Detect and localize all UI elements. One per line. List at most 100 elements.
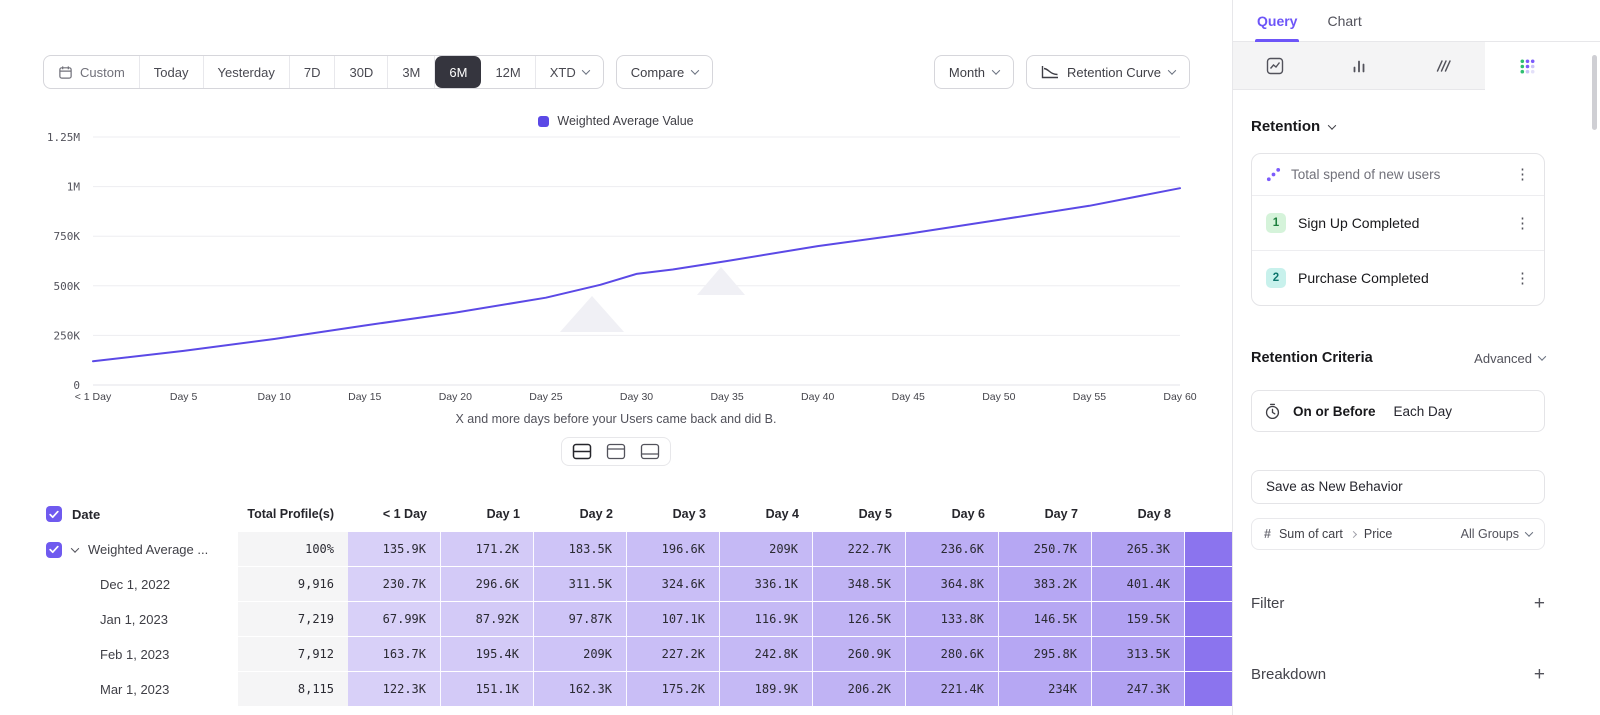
- retention-cell: 126.5K: [813, 602, 906, 637]
- kebab-menu-icon[interactable]: ⋮: [1515, 271, 1530, 286]
- range-3m[interactable]: 3M: [388, 56, 435, 88]
- add-filter-button[interactable]: +: [1534, 594, 1545, 613]
- retention-cell: 97.87K: [534, 602, 627, 637]
- step-number-badge: 2: [1266, 268, 1286, 288]
- behavior-header[interactable]: Total spend of new users ⋮: [1252, 154, 1544, 195]
- chevron-down-icon: [1328, 121, 1336, 129]
- range-yesterday[interactable]: Yesterday: [204, 56, 290, 88]
- bar-chart-icon: [1351, 58, 1367, 74]
- retention-cell-clipped: [1185, 567, 1232, 602]
- kebab-menu-icon[interactable]: ⋮: [1515, 216, 1530, 231]
- chart-caption: X and more days before your Users came b…: [0, 412, 1232, 426]
- tab-query[interactable]: Query: [1257, 0, 1297, 41]
- retention-section-label: Retention: [1251, 118, 1320, 135]
- table-row[interactable]: Dec 1, 20229,916230.7K296.6K311.5K324.6K…: [0, 567, 1232, 602]
- table-row[interactable]: Mar 1, 20238,115122.3K151.1K162.3K175.2K…: [0, 672, 1232, 707]
- layout-table-icon[interactable]: [640, 443, 660, 460]
- behavior-step[interactable]: 1Sign Up Completed⋮: [1252, 195, 1544, 250]
- kebab-menu-icon[interactable]: ⋮: [1515, 167, 1530, 182]
- range-custom[interactable]: Custom: [44, 56, 140, 88]
- retention-cell: 67.99K: [348, 602, 441, 637]
- table-row[interactable]: Feb 1, 20237,912163.7K195.4K209K227.2K24…: [0, 637, 1232, 672]
- retention-cell: 364.8K: [906, 567, 999, 602]
- breakdown-section: Breakdown +: [1251, 665, 1545, 684]
- retention-criteria-label: Retention Criteria: [1251, 350, 1373, 366]
- svg-text:Day 15: Day 15: [348, 391, 381, 403]
- retention-cell: 234K: [999, 672, 1092, 707]
- tab-chart[interactable]: Chart: [1327, 0, 1361, 41]
- retention-cell: 311.5K: [534, 567, 627, 602]
- retention-cell: 230.7K: [348, 567, 441, 602]
- svg-text:Day 45: Day 45: [892, 391, 925, 403]
- column-header[interactable]: < 1 Day: [348, 496, 441, 532]
- retention-cell: 151.1K: [441, 672, 534, 707]
- retention-cell: 324.6K: [627, 567, 720, 602]
- column-header[interactable]: Total Profile(s): [238, 496, 348, 532]
- layout-split-icon[interactable]: [572, 443, 592, 460]
- line-chart-view-tab[interactable]: [1233, 42, 1317, 90]
- flows-view-tab[interactable]: [1401, 42, 1485, 90]
- retention-cell: 209K: [534, 637, 627, 672]
- retention-cell-clipped: [1185, 672, 1232, 707]
- criteria-row[interactable]: On or Before Each Day: [1251, 390, 1545, 432]
- table-row[interactable]: Weighted Average ...100%135.9K171.2K183.…: [0, 532, 1232, 567]
- column-header[interactable]: Day 1: [441, 496, 534, 532]
- range-30d[interactable]: 30D: [335, 56, 388, 88]
- column-header-label: Date: [72, 507, 100, 522]
- range-12m[interactable]: 12M: [481, 56, 535, 88]
- column-header[interactable]: Day 5: [813, 496, 906, 532]
- select-all-checkbox[interactable]: [46, 506, 62, 522]
- column-header[interactable]: Day 3: [627, 496, 720, 532]
- retention-cell: 122.3K: [348, 672, 441, 707]
- advanced-toggle[interactable]: Advanced: [1474, 351, 1545, 366]
- sidebar-tabs: Query Chart: [1233, 0, 1600, 42]
- row-label: Weighted Average ...: [88, 542, 208, 557]
- table-header-row: DateTotal Profile(s)< 1 DayDay 1Day 2Day…: [0, 496, 1232, 532]
- granularity-button[interactable]: Month: [934, 55, 1014, 89]
- range-6m[interactable]: 6M: [435, 56, 481, 88]
- layout-chart-icon[interactable]: [606, 443, 626, 460]
- svg-text:Day 35: Day 35: [710, 391, 743, 403]
- date-cell: Dec 1, 2022: [0, 567, 238, 602]
- retention-section-title[interactable]: Retention: [1251, 118, 1545, 135]
- compare-button[interactable]: Compare: [616, 55, 713, 89]
- date-cell: Feb 1, 2023: [0, 637, 238, 672]
- save-as-new-behavior-button[interactable]: Save as New Behavior: [1251, 470, 1545, 504]
- retention-cell: 195.4K: [441, 637, 534, 672]
- criteria-frequency[interactable]: Each Day: [1394, 404, 1453, 419]
- column-header[interactable]: Day 6: [906, 496, 999, 532]
- retention-cell: 242.8K: [720, 637, 813, 672]
- compare-label: Compare: [631, 65, 684, 80]
- retention-cell: 227.2K: [627, 637, 720, 672]
- column-header[interactable]: Day 4: [720, 496, 813, 532]
- behavior-icon: [1266, 167, 1281, 182]
- measure-row[interactable]: # Sum of cart Price All Groups: [1251, 518, 1545, 550]
- date-cell: Weighted Average ...: [0, 532, 238, 567]
- toolbar: CustomTodayYesterday7D30D3M6M12MXTD Comp…: [43, 55, 1190, 89]
- calendar-icon: [58, 65, 73, 80]
- column-header[interactable]: Day 8: [1092, 496, 1185, 532]
- groups-dropdown[interactable]: All Groups: [1461, 527, 1532, 541]
- retention-cell: 247.3K: [1092, 672, 1185, 707]
- filter-section: Filter +: [1251, 594, 1545, 613]
- add-breakdown-button[interactable]: +: [1534, 665, 1545, 684]
- column-header[interactable]: Day 2: [534, 496, 627, 532]
- behavior-step[interactable]: 2Purchase Completed⋮: [1252, 250, 1544, 305]
- scrollbar[interactable]: [1592, 55, 1597, 130]
- number-property-icon: #: [1264, 527, 1271, 541]
- retention-cell: 183.5K: [534, 532, 627, 567]
- range-xtd[interactable]: XTD: [536, 56, 603, 88]
- retention-view-tab[interactable]: [1485, 42, 1569, 90]
- chevron-down-icon[interactable]: [71, 544, 79, 552]
- row-checkbox[interactable]: [46, 542, 62, 558]
- bar-chart-view-tab[interactable]: [1317, 42, 1401, 90]
- retention-cell: 171.2K: [441, 532, 534, 567]
- column-header[interactable]: Day 7: [999, 496, 1092, 532]
- table-row[interactable]: Jan 1, 20237,21967.99K87.92K97.87K107.1K…: [0, 602, 1232, 637]
- range-today[interactable]: Today: [140, 56, 204, 88]
- criteria-condition[interactable]: On or Before: [1293, 404, 1376, 419]
- retention-cell: 265.3K: [1092, 532, 1185, 567]
- breakdown-label: Breakdown: [1251, 666, 1326, 683]
- chart-type-button[interactable]: Retention Curve: [1026, 55, 1190, 89]
- range-7d[interactable]: 7D: [290, 56, 336, 88]
